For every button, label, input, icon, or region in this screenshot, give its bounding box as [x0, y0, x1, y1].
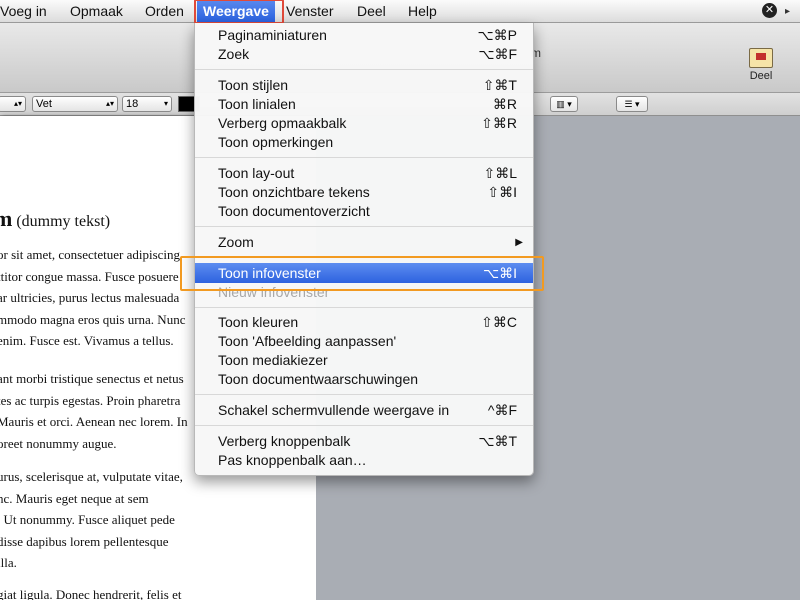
menu-item-shortcut: ⇧⌘R: [481, 115, 517, 131]
menu-item-label: Toon 'Afbeelding aanpassen': [218, 333, 397, 349]
font-style-select[interactable]: Vet ▴▾: [32, 96, 118, 112]
menu-item-label: Toon stijlen: [218, 77, 289, 93]
weergave-menu: Paginaminiaturen ⌥⌘P Zoek ⌥⌘F Toon stijl…: [194, 23, 534, 476]
menu-item-shortcut: ⌥⌘F: [478, 46, 517, 62]
menu-separator: [195, 157, 533, 158]
menu-item-shortcut: ⌥⌘P: [477, 27, 517, 43]
text-line: nc. Mauris eget neque at sem: [0, 490, 149, 506]
text-line: illa.: [0, 555, 17, 570]
menu-item-zoom[interactable]: Zoom ▶: [195, 233, 533, 252]
menu-item-toon-stijlen[interactable]: Toon stijlen ⇧⌘T: [195, 76, 533, 95]
menu-item-label: Toon mediakiezer: [218, 352, 328, 368]
menu-item-label: Toon documentwaarschuwingen: [218, 371, 419, 387]
share-button[interactable]: Deel: [744, 48, 778, 88]
text-line: giat ligula. Donec hendrerit, felis et: [0, 587, 182, 600]
menu-item-verberg-opmaakbalk[interactable]: Verberg opmaakbalk ⇧⌘R: [195, 114, 533, 133]
menu-opmaak[interactable]: Opmaak: [64, 0, 129, 22]
share-icon: [749, 48, 773, 68]
menu-item-shortcut: ⇧⌘I: [487, 184, 517, 200]
font-style-value: Vet: [36, 98, 52, 110]
menu-separator: [195, 226, 533, 227]
menu-item-label: Zoek: [218, 46, 250, 62]
menu-item-toon-onzichtbare-tekens[interactable]: Toon onzichtbare tekens ⇧⌘I: [195, 183, 533, 202]
menu-deel[interactable]: Deel: [351, 0, 392, 22]
text-line: disse dapibus lorem pellentesque: [0, 533, 169, 549]
list-style-button[interactable]: ☰ ▾: [616, 96, 648, 112]
menu-item-label: Schakel schermvullende weergave in: [218, 402, 450, 418]
menu-item-label: Toon lay-out: [218, 165, 295, 181]
menu-item-toon-kleuren[interactable]: Toon kleuren ⇧⌘C: [195, 313, 533, 332]
menu-item-label: Toon kleuren: [218, 314, 299, 330]
text-line: . Ut nonummy. Fusce aliquet pede: [0, 512, 175, 527]
menu-item-toon-documentoverzicht[interactable]: Toon documentoverzicht: [195, 202, 533, 221]
menu-orden[interactable]: Orden: [139, 0, 190, 22]
menu-item-label: Toon opmerkingen: [218, 134, 334, 150]
columns-button[interactable]: ▥ ▾: [550, 96, 578, 112]
menu-item-paginaminiaturen[interactable]: Paginaminiaturen ⌥⌘P: [195, 26, 533, 45]
menu-item-shortcut: ⇧⌘C: [481, 314, 517, 330]
menu-item-toon-afbeelding-aanpassen[interactable]: Toon 'Afbeelding aanpassen': [195, 332, 533, 351]
menu-venster[interactable]: Venster: [280, 0, 339, 22]
document-heading: m (dummy tekst): [0, 206, 110, 232]
font-family-select[interactable]: ▴▾: [0, 96, 26, 112]
menu-bar: Voeg in Opmaak Orden Weergave Venster De…: [0, 0, 800, 23]
menu-separator: [195, 307, 533, 308]
menu-item-label: Toon linialen: [218, 96, 296, 112]
highlight-box-weergave: [194, 0, 284, 24]
menu-item-shortcut: ^⌘F: [487, 402, 517, 418]
menu-voeg-in[interactable]: Voeg in: [0, 0, 53, 22]
heading-text: m: [0, 206, 13, 231]
menu-separator: [195, 394, 533, 395]
menu-item-shortcut: ⇧⌘L: [483, 165, 517, 181]
menu-item-label: Verberg opmaakbalk: [218, 115, 347, 131]
share-label: Deel: [749, 70, 773, 82]
menu-item-toon-opmerkingen[interactable]: Toon opmerkingen: [195, 133, 533, 152]
menu-item-label: Zoom: [218, 234, 254, 250]
paragraph-4: giat ligula. Donec hendrerit, felis et: [0, 584, 316, 600]
menu-item-label: Paginaminiaturen: [218, 27, 327, 43]
submenu-arrow-icon: ▶: [515, 237, 523, 248]
menu-item-label: Toon onzichtbare tekens: [218, 184, 370, 200]
menu-item-toon-mediakiezer[interactable]: Toon mediakiezer: [195, 351, 533, 370]
menu-help[interactable]: Help: [402, 0, 443, 22]
menu-item-toon-documentwaarschuwingen[interactable]: Toon documentwaarschuwingen: [195, 370, 533, 389]
menu-separator: [195, 69, 533, 70]
paragraph-3: urus, scelerisque at, vulputate vitae, n…: [0, 466, 316, 574]
status-menu-icon[interactable]: ✕: [762, 3, 777, 18]
menu-item-toon-lay-out[interactable]: Toon lay-out ⇧⌘L: [195, 164, 533, 183]
font-size-value: 18: [126, 98, 139, 110]
font-size-select[interactable]: 18 ▾: [122, 96, 172, 112]
menu-extra-arrow-icon[interactable]: ▸: [785, 6, 790, 17]
menu-item-shortcut: ⌘R: [492, 96, 517, 112]
menu-item-label: Toon documentoverzicht: [218, 203, 370, 219]
menu-item-zoek[interactable]: Zoek ⌥⌘F: [195, 45, 533, 64]
menu-item-pas-knoppenbalk-aan[interactable]: Pas knoppenbalk aan…: [195, 451, 533, 470]
menu-separator: [195, 425, 533, 426]
menu-item-shortcut: ⌥⌘T: [478, 433, 517, 449]
menu-item-toon-linialen[interactable]: Toon linialen ⌘R: [195, 95, 533, 114]
menu-item-label: Pas knoppenbalk aan…: [218, 452, 367, 468]
menu-item-label: Verberg knoppenbalk: [218, 433, 351, 449]
highlight-box-toon-infovenster: [180, 256, 544, 291]
menu-item-shortcut: ⇧⌘T: [482, 77, 517, 93]
menu-item-verberg-knoppenbalk[interactable]: Verberg knoppenbalk ⌥⌘T: [195, 432, 533, 451]
heading-suffix: (dummy tekst): [16, 213, 111, 230]
menu-item-schermvullende-weergave[interactable]: Schakel schermvullende weergave in ^⌘F: [195, 401, 533, 420]
